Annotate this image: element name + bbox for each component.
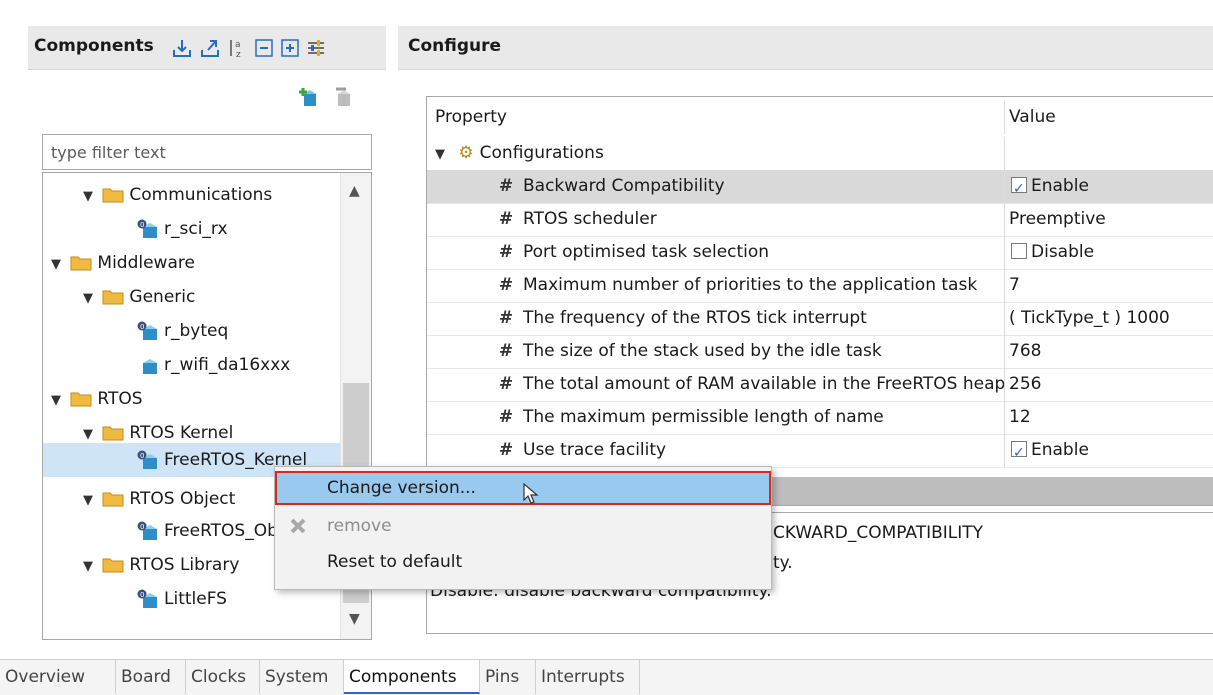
column-header-property: Property (435, 107, 507, 127)
folder-icon (102, 188, 124, 203)
menu-item-remove[interactable]: remove (275, 509, 771, 543)
tab-system[interactable]: System (260, 660, 344, 694)
remove-component-icon[interactable] (332, 86, 356, 108)
property-row[interactable]: # The frequency of the RTOS tick interrup… (427, 302, 1213, 336)
svg-text:0: 0 (140, 221, 144, 229)
property-row[interactable]: # RTOS scheduler Preemptive (427, 203, 1213, 237)
component-icon: 0 (137, 450, 157, 469)
components-panel-title: Components (34, 36, 154, 56)
component-icon: 0 (137, 219, 157, 238)
sort-alpha-icon[interactable]: az (228, 38, 248, 58)
filter-settings-icon[interactable] (306, 38, 326, 58)
expand-all-icon[interactable] (280, 38, 300, 58)
component-icon: 0 (137, 521, 157, 540)
property-row[interactable]: #Backward Compatibility Enable (427, 170, 1213, 204)
chevron-down-icon[interactable]: ▼ (83, 283, 97, 315)
tree-item-rtos[interactable]: ▼ RTOS (43, 383, 351, 415)
folder-icon (70, 256, 92, 271)
components-panel-header: Components az (28, 26, 386, 70)
folder-icon (102, 558, 124, 573)
menu-item-change-version[interactable]: Change version... (275, 471, 771, 505)
column-header-value: Value (1004, 101, 1213, 134)
property-row[interactable]: # The maximum permissible length of name … (427, 401, 1213, 435)
property-row[interactable]: # The size of the stack used by the idle … (427, 335, 1213, 369)
tree-item-communications[interactable]: ▼ Communications (43, 179, 371, 213)
checkbox[interactable] (1011, 173, 1027, 203)
hash-icon: # (498, 440, 514, 460)
svg-text:a: a (235, 40, 241, 50)
svg-text:0: 0 (140, 523, 144, 531)
folder-icon (102, 290, 124, 305)
component-icon: 0 (137, 321, 157, 340)
tab-clocks[interactable]: Clocks (186, 660, 260, 694)
folder-icon (102, 492, 124, 507)
tab-interrupts[interactable]: Interrupts (536, 660, 640, 694)
property-row[interactable]: #Use trace facility Enable (427, 434, 1213, 468)
component-icon: 0 (137, 589, 157, 608)
hash-icon: # (498, 308, 514, 328)
scroll-up-icon[interactable]: ▲ (349, 183, 360, 199)
context-menu: Change version... remove Reset to defaul… (274, 466, 772, 590)
chevron-down-icon[interactable]: ▼ (83, 485, 97, 517)
menu-item-reset-to-default[interactable]: Reset to default (275, 545, 771, 579)
configure-panel-header: Configure (398, 26, 1213, 70)
folder-icon (102, 426, 124, 441)
chevron-down-icon[interactable]: ▼ (51, 385, 65, 417)
svg-text:0: 0 (140, 452, 144, 460)
chevron-down-icon[interactable]: ▼ (51, 249, 65, 281)
svg-text:0: 0 (140, 323, 144, 331)
description-line: ty. (773, 553, 793, 573)
tab-board[interactable]: Board (116, 660, 186, 694)
tab-pins[interactable]: Pins (480, 660, 536, 694)
import-icon[interactable] (172, 38, 192, 58)
collapse-all-icon[interactable] (254, 38, 274, 58)
tab-components[interactable]: Components (344, 660, 480, 694)
svg-text:0: 0 (140, 591, 144, 599)
tree-item-r-wifi-da16xxx[interactable]: r_wifi_da16xxx (43, 349, 371, 381)
checkbox[interactable] (1011, 437, 1027, 467)
tree-item-r-byteq[interactable]: 0 r_byteq (43, 315, 371, 347)
chevron-down-icon[interactable]: ▼ (435, 138, 449, 171)
hash-icon: # (498, 374, 514, 394)
export-icon[interactable] (200, 38, 220, 58)
hash-icon: # (498, 176, 514, 196)
folder-icon (70, 392, 92, 407)
chevron-down-icon[interactable]: ▼ (83, 181, 97, 213)
mouse-cursor-icon (523, 483, 539, 504)
tree-item-generic[interactable]: ▼ Generic (43, 281, 371, 315)
tree-item-r-sci-rx[interactable]: 0 r_sci_rx (43, 213, 371, 245)
add-component-icon[interactable] (298, 86, 322, 108)
property-table: Property Value ▼ ⚙ Configurations # Backwa… (426, 96, 1213, 506)
scroll-down-icon[interactable]: ▼ (349, 611, 360, 627)
configure-panel-title: Configure (408, 36, 502, 56)
group-row-configurations[interactable]: ▼ ⚙ Configurations (427, 137, 1213, 170)
component-icon (143, 359, 157, 374)
chevron-down-icon[interactable]: ▼ (83, 551, 97, 583)
tab-overview[interactable]: Overview (0, 660, 116, 694)
tree-item-middleware[interactable]: ▼ Middleware (43, 247, 351, 279)
remove-icon (290, 518, 306, 534)
hash-icon: # (498, 209, 514, 229)
editor-tabs: Overview Board Clocks System Components … (0, 659, 1213, 695)
hash-icon: # (498, 407, 514, 427)
filter-input[interactable] (42, 134, 372, 170)
hash-icon: # (498, 275, 514, 295)
description-line: CKWARD_COMPATIBILITY (773, 523, 984, 543)
gear-icon: ⚙ (458, 143, 474, 163)
svg-text:z: z (236, 50, 241, 58)
hash-icon: # (498, 341, 514, 361)
table-header: Property Value (427, 101, 1213, 134)
property-row[interactable]: # Port optimised task selection Disable (427, 236, 1213, 270)
property-row[interactable]: # Maximum number of priorities to the app… (427, 269, 1213, 303)
checkbox[interactable] (1011, 242, 1027, 259)
property-row[interactable]: # The total amount of RAM available in th… (427, 368, 1213, 402)
hash-icon: # (498, 242, 514, 262)
